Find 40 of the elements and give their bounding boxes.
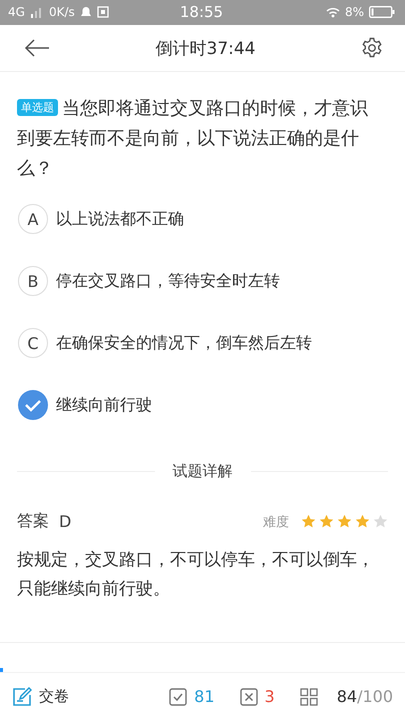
option-letter: C [18,328,48,358]
option-letter: B [18,266,48,296]
back-icon[interactable] [24,38,50,58]
checkbox-icon [169,688,188,706]
network-label: 4G [8,5,25,20]
progress-total: /100 [357,687,393,706]
question-type-tag: 单选题 [17,99,58,116]
answer-option[interactable]: C 在确保安全的情况下，倒车然后左转 [18,328,387,358]
submit-button[interactable]: 交卷 [12,686,69,707]
star-icon [355,514,370,530]
square-icon [96,6,109,18]
correct-count: 81 [194,687,215,706]
edit-icon [12,686,32,707]
wrong-count: 3 [264,687,275,706]
clock: 18:55 [180,3,224,22]
header-title: 倒计时37:44 [156,38,256,60]
signal-icon [30,6,44,18]
star-icon [319,514,334,530]
star-icon [373,514,388,530]
cross-box-icon [240,688,258,706]
bell-icon [80,6,92,18]
question-text: 单选题 当您即将通过交叉路口的时候，才意识到要左转而不是向前，以下说法正确的是什么？ [17,97,369,182]
grid-icon[interactable] [300,688,318,706]
answer-value: D [59,512,72,532]
network-speed: 0K/s [48,5,75,20]
answer-option[interactable]: A 以上说法都不正确 [18,204,387,234]
difficulty-label: 难度 [263,514,289,531]
answer-option[interactable]: B 停在交叉路口，等待安全时左转 [18,266,387,296]
answer-option[interactable]: 继续向前行驶 [18,390,387,420]
option-letter: A [18,204,48,234]
star-icon [337,514,352,530]
settings-icon[interactable] [361,37,383,60]
battery-icon [368,6,395,18]
section-heading: 试题详解 [172,462,232,482]
wifi-icon [326,6,340,18]
battery-percent: 8% [344,5,364,20]
star-icon [301,514,316,530]
answer-label: 答案 [17,511,49,532]
progress-current: 84 [336,687,358,706]
explanation-text: 按规定，交叉路口，不可以停车，不可以倒车，只能继续向前行驶。 [17,549,375,602]
